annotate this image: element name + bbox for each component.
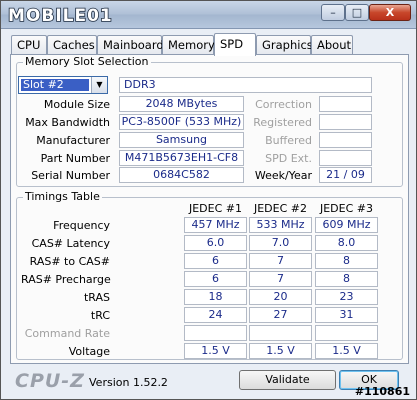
registered-value (319, 114, 372, 130)
tab-graphics[interactable]: Graphics (256, 35, 313, 55)
module-size-value: 2048 MBytes (119, 96, 244, 112)
version-label: Version 1.52.2 (89, 376, 168, 389)
timing-cell: 1.5 V (315, 343, 378, 359)
timing-row-label: Voltage (68, 345, 110, 358)
timing-row-label: Command Rate (24, 327, 110, 340)
memory-type-field: DDR3 (119, 77, 372, 93)
mobile01-logo: MOBILE01 (6, 4, 128, 27)
spd-ext-label: SPD Ext. (265, 152, 312, 165)
timing-column-header: JEDEC #3 (319, 202, 373, 215)
slot-select[interactable]: Slot #2 ▼ (18, 76, 108, 94)
week-year-value: 21 / 09 (319, 167, 372, 183)
max-bandwidth-label: Max Bandwidth (25, 116, 110, 129)
correction-value (319, 96, 372, 112)
tab-caches[interactable]: Caches (47, 35, 97, 55)
timing-row-label: CAS# Latency (31, 237, 110, 250)
memory-slot-group-title: Memory Slot Selection (23, 55, 151, 68)
tab-spd[interactable]: SPD (214, 33, 256, 56)
tab-cpu[interactable]: CPU (11, 35, 47, 55)
part-number-label: Part Number (40, 152, 110, 165)
module-size-label: Module Size (43, 98, 110, 111)
chevron-down-icon[interactable]: ▼ (91, 77, 107, 93)
mobile01-logo-graphic: MOBILE01 (7, 5, 113, 27)
timing-cell: 8 (315, 253, 378, 269)
timing-cell: 6.0 (184, 235, 247, 251)
timing-cell: 457 MHz (184, 217, 247, 233)
timing-cell: 8.0 (315, 235, 378, 251)
timing-cell: 6 (184, 271, 247, 287)
tab-mainboard[interactable]: Mainboard (97, 35, 164, 55)
timing-cell: 8 (315, 271, 378, 287)
timing-cell: 7 (249, 253, 312, 269)
title-bar[interactable]: MOBILE01 – □ X (1, 1, 416, 29)
max-bandwidth-value: PC3-8500F (533 MHz) (119, 114, 244, 130)
manufacturer-label: Manufacturer (36, 134, 110, 147)
timing-cell (184, 325, 247, 341)
timing-row-label: tRAS (83, 291, 110, 304)
validate-button[interactable]: Validate (239, 370, 336, 390)
timing-cell: 24 (184, 307, 247, 323)
timing-row-label: tRC (90, 309, 110, 322)
buffered-value (319, 132, 372, 148)
timing-cell: 6 (184, 253, 247, 269)
watermark-text: #110861 (354, 385, 410, 398)
cpuz-logo: CPU-Z (15, 370, 85, 392)
timing-cell: 20 (249, 289, 312, 305)
buffered-label: Buffered (265, 134, 312, 147)
timing-cell: 7 (249, 271, 312, 287)
maximize-icon: □ (351, 6, 363, 19)
timing-column-header: JEDEC #2 (253, 202, 307, 215)
timing-cell: 18 (184, 289, 247, 305)
close-icon: X (385, 6, 395, 19)
timing-cell: 1.5 V (249, 343, 312, 359)
spd-ext-value (319, 150, 372, 166)
timing-cell: 23 (315, 289, 378, 305)
timings-group-title: Timings Table (23, 190, 102, 203)
timing-row-label: Frequency (53, 219, 110, 232)
timing-row-label: RAS# Precharge (21, 273, 111, 286)
minimize-icon: – (330, 6, 336, 19)
timing-cell (315, 325, 378, 341)
close-button[interactable]: X (369, 4, 411, 21)
tab-memory[interactable]: Memory (162, 35, 215, 55)
part-number-value: M471B5673EH1-CF8 (119, 150, 244, 166)
registered-label: Registered (253, 116, 312, 129)
cpuz-window: MOBILE01 – □ X CPU Caches Mainboard Memo… (0, 0, 417, 400)
week-year-label: Week/Year (254, 169, 312, 182)
serial-number-label: Serial Number (31, 169, 110, 182)
minimize-button[interactable]: – (321, 4, 345, 21)
timing-cell: 609 MHz (315, 217, 378, 233)
timing-cell (249, 325, 312, 341)
slot-select-value: Slot #2 (21, 79, 89, 91)
timing-cell: 7.0 (249, 235, 312, 251)
correction-label: Correction (255, 98, 312, 111)
timing-cell: 533 MHz (249, 217, 312, 233)
timing-cell: 1.5 V (184, 343, 247, 359)
timing-cell: 27 (249, 307, 312, 323)
tab-about[interactable]: About (311, 35, 353, 55)
serial-number-value: 0684C582 (119, 167, 244, 183)
maximize-button[interactable]: □ (345, 4, 369, 21)
manufacturer-value: Samsung (119, 132, 244, 148)
logo-text: MOBILE01 (8, 6, 113, 26)
timing-column-header: JEDEC #1 (188, 202, 242, 215)
timing-cell: 31 (315, 307, 378, 323)
timing-row-label: RAS# to CAS# (29, 255, 110, 268)
